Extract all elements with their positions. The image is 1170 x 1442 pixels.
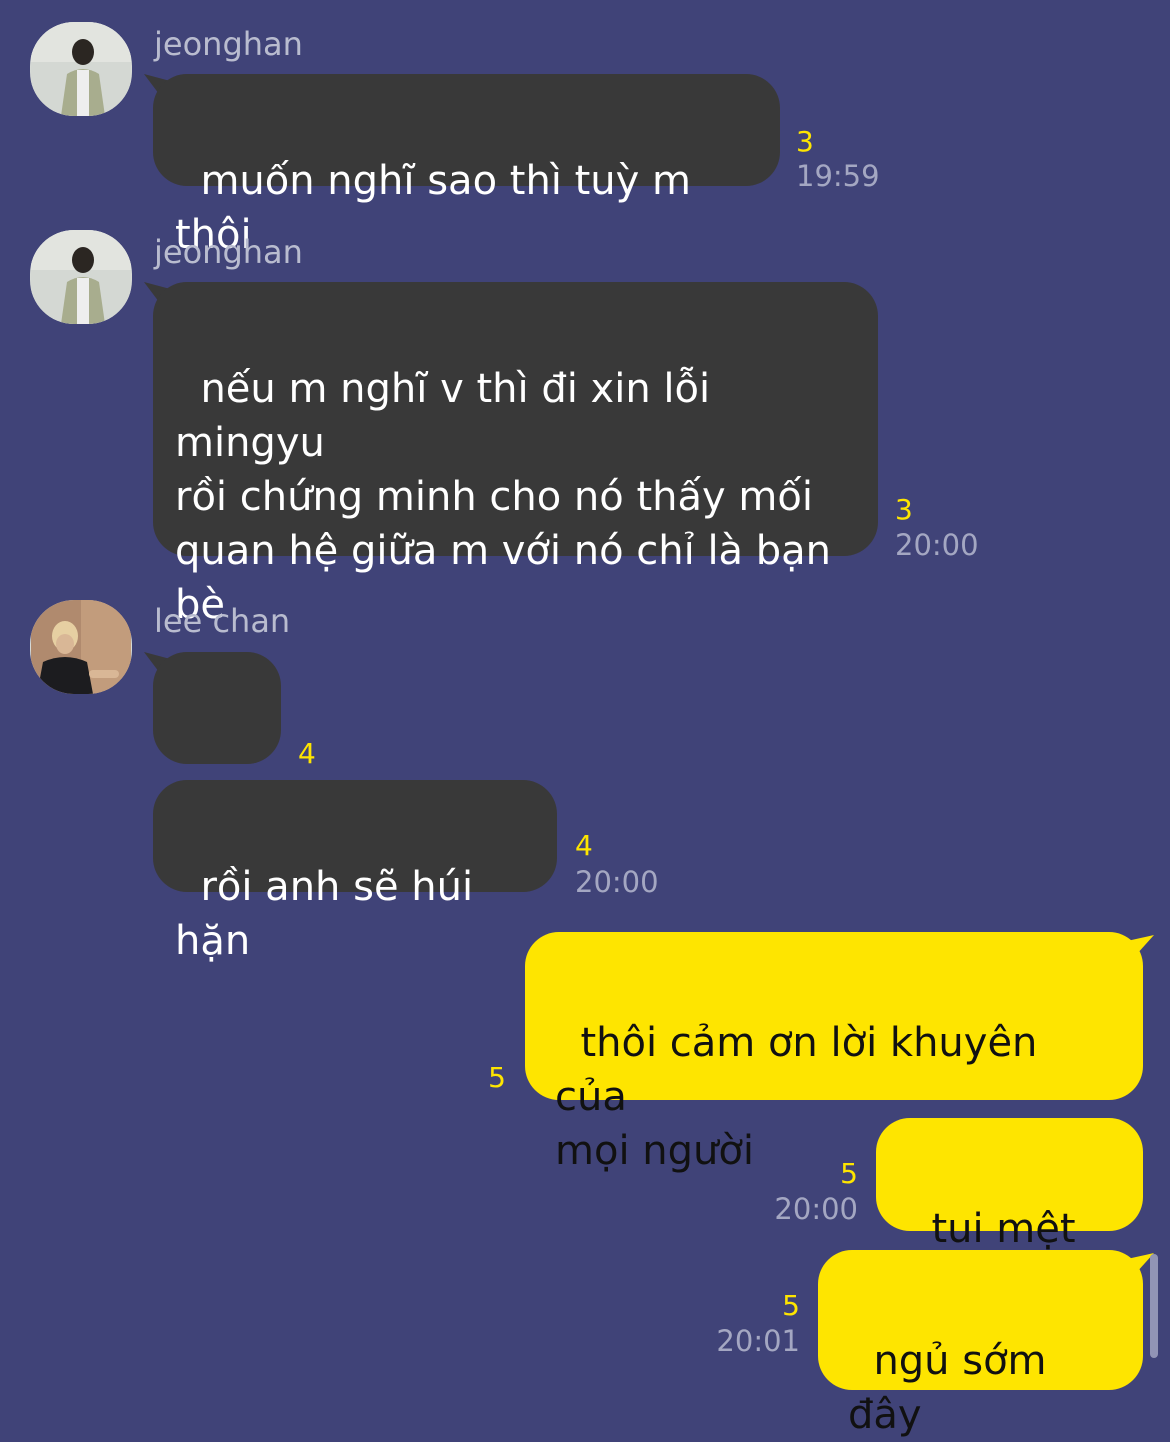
message-bubble[interactable]: muốn nghĩ sao thì tuỳ m thôi: [153, 74, 780, 258]
message-bubble[interactable]: haiz: [153, 652, 281, 836]
unread-count: 3: [796, 125, 814, 158]
scrollbar-thumb[interactable]: [1150, 1254, 1158, 1358]
message-bubble[interactable]: thôi cảm ơn lời khuyên của mọi người: [525, 932, 1143, 1174]
sender-name: jeonghan: [154, 25, 303, 63]
message-bubble[interactable]: ngủ sớm đây: [818, 1250, 1143, 1438]
avatar-photo-icon: [31, 600, 131, 694]
unread-count: 5: [488, 1061, 506, 1094]
message-time: 20:00: [774, 1192, 858, 1226]
message-time: 20:00: [575, 865, 659, 899]
message-bubble[interactable]: nếu m nghĩ v thì đi xin lỗi mingyu rồi c…: [153, 282, 878, 628]
avatar-lee-chan[interactable]: [30, 600, 132, 694]
message-time: 20:01: [716, 1324, 800, 1358]
avatar-photo-icon: [31, 22, 131, 116]
sender-name: lee chan: [154, 602, 291, 640]
message-bubble[interactable]: rồi anh sẽ húi hặn: [153, 780, 557, 964]
avatar-jeonghan[interactable]: [30, 230, 132, 324]
unread-count: 4: [575, 829, 593, 862]
message-text: rồi anh sẽ húi hặn: [175, 864, 486, 964]
sender-name: jeonghan: [154, 233, 303, 271]
unread-count: 4: [298, 737, 316, 770]
message-text: ngủ sớm đây: [848, 1338, 1060, 1438]
avatar-photo-icon: [31, 230, 131, 324]
unread-count: 5: [782, 1289, 800, 1322]
avatar-jeonghan[interactable]: [30, 22, 132, 116]
unread-count: 3: [895, 493, 913, 526]
unread-count: 5: [840, 1157, 858, 1190]
message-time: 20:00: [895, 528, 979, 562]
message-text: nếu m nghĩ v thì đi xin lỗi mingyu rồi c…: [175, 366, 832, 628]
message-bubble[interactable]: tui mệt rồi: [876, 1118, 1143, 1306]
message-time: 19:59: [796, 159, 880, 193]
